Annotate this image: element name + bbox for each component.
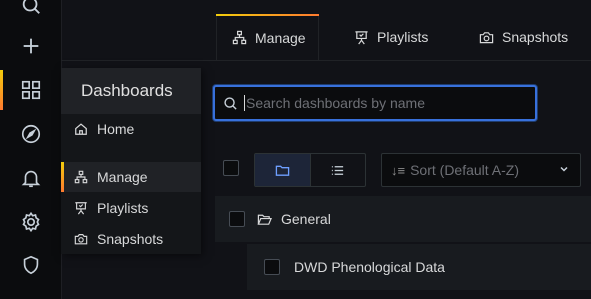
sort-select[interactable]: ↓≡ Sort (Default A-Z) <box>381 153 581 187</box>
menu-item-label: Home <box>97 121 135 137</box>
camera-icon <box>479 31 494 43</box>
layout-toggle <box>254 153 366 187</box>
dashboards-dropdown: Dashboards Home Manage Playlists Snapsho… <box>61 68 201 254</box>
sitemap-icon <box>74 170 88 184</box>
side-menu <box>0 0 62 299</box>
sort-icon: ↓≡ <box>391 162 406 178</box>
menu-item-playlists[interactable]: Playlists <box>61 193 201 223</box>
camera-icon <box>74 234 88 245</box>
folder-view-button[interactable] <box>255 154 310 186</box>
menu-item-manage[interactable]: Manage <box>61 162 201 192</box>
tab-playlists[interactable]: Playlists <box>354 14 428 60</box>
list-view-button[interactable] <box>309 154 366 186</box>
presentation-icon <box>75 202 87 215</box>
tab-label: Manage <box>255 29 306 46</box>
gear-icon[interactable] <box>0 202 61 242</box>
list-icon <box>332 165 344 175</box>
bell-icon[interactable] <box>0 158 61 198</box>
presentation-icon <box>355 30 368 44</box>
tab-snapshots[interactable]: Snapshots <box>479 14 568 60</box>
folder-icon <box>275 165 289 176</box>
menu-item-label: Playlists <box>97 200 149 216</box>
sitemap-icon <box>232 30 247 45</box>
search-input[interactable] <box>244 95 535 111</box>
menu-item-snapshots[interactable]: Snapshots <box>61 224 201 254</box>
search-icon[interactable] <box>0 0 61 25</box>
folder-row-general[interactable]: General <box>215 196 591 242</box>
shield-icon[interactable] <box>0 245 61 285</box>
dropdown-title: Dashboards <box>81 81 173 100</box>
dashboard-row[interactable]: DWD Phenological Data <box>247 244 591 290</box>
apps-icon[interactable] <box>0 70 61 110</box>
home-icon <box>75 123 87 135</box>
search-icon <box>224 96 237 110</box>
search-box <box>213 85 537 121</box>
folder-checkbox[interactable] <box>229 211 245 227</box>
tab-manage[interactable]: Manage <box>216 14 319 60</box>
dashboard-checkbox[interactable] <box>264 259 280 275</box>
page-tabs: Manage Playlists Snapshots <box>61 0 591 61</box>
tab-label: Snapshots <box>502 29 569 45</box>
folder-open-icon <box>257 214 272 225</box>
compass-icon[interactable] <box>0 114 61 154</box>
dropdown-header[interactable]: Dashboards <box>61 68 201 114</box>
tab-label: Playlists <box>377 29 429 45</box>
chevron-down-icon <box>560 166 568 172</box>
plus-icon[interactable] <box>0 26 61 66</box>
menu-item-home[interactable]: Home <box>61 114 201 144</box>
dashboard-title: DWD Phenological Data <box>294 259 445 275</box>
sort-label: Sort (Default A-Z) <box>410 162 520 178</box>
menu-item-label: Manage <box>97 169 148 185</box>
menu-item-label: Snapshots <box>97 231 164 247</box>
select-all-checkbox[interactable] <box>223 160 239 176</box>
folder-label: General <box>281 211 331 227</box>
